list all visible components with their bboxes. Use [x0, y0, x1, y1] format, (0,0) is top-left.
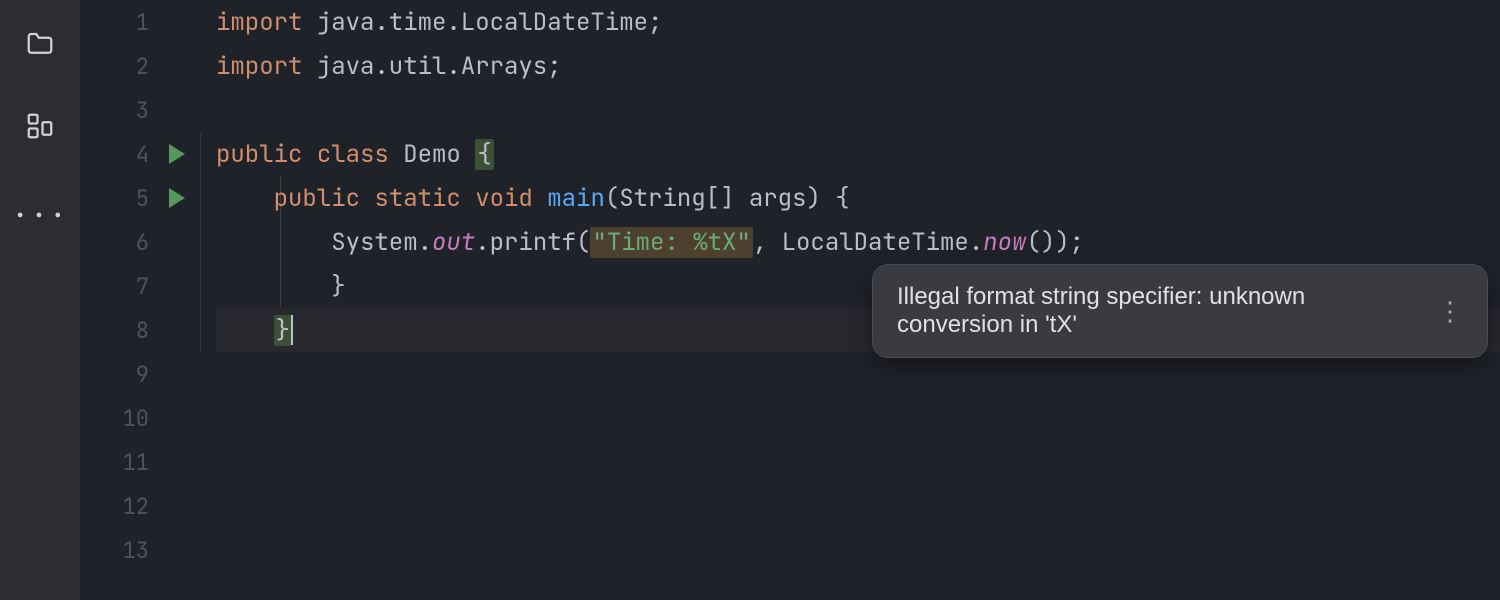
- run-gutter-icon[interactable]: [169, 144, 185, 164]
- code-line[interactable]: public class Demo {: [216, 132, 1500, 176]
- line-number: 2: [80, 44, 199, 88]
- line-number: 4: [80, 132, 199, 176]
- project-icon[interactable]: [18, 22, 62, 66]
- inspection-tooltip[interactable]: Illegal format string specifier: unknown…: [872, 264, 1488, 358]
- code-line[interactable]: [216, 352, 1500, 396]
- code-editor[interactable]: 1 2 3 4 5 6 7 8 9 10 11 12 13 import jav…: [80, 0, 1500, 600]
- line-number: 8: [80, 308, 199, 352]
- code-line[interactable]: [216, 440, 1500, 484]
- code-line[interactable]: [216, 88, 1500, 132]
- brace-match: }: [274, 315, 292, 346]
- run-gutter-icon[interactable]: [169, 188, 185, 208]
- line-number: 5: [80, 176, 199, 220]
- more-icon[interactable]: ...: [18, 186, 62, 230]
- tooltip-message: Illegal format string specifier: unknown…: [897, 283, 1417, 339]
- line-number: 9: [80, 352, 199, 396]
- line-number: 12: [80, 484, 199, 528]
- warning-highlight[interactable]: "Time: %tX": [590, 227, 752, 258]
- line-number: 1: [80, 0, 199, 44]
- structure-icon[interactable]: [18, 104, 62, 148]
- code-line[interactable]: [216, 528, 1500, 572]
- code-line[interactable]: [216, 484, 1500, 528]
- tooltip-more-icon[interactable]: ⋮: [1417, 305, 1463, 318]
- line-number: 11: [80, 440, 199, 484]
- indent-guide: [200, 132, 201, 352]
- code-line[interactable]: System.out.printf("Time: %tX", LocalDate…: [216, 220, 1500, 264]
- line-number: 6: [80, 220, 199, 264]
- code-line[interactable]: import java.time.LocalDateTime;: [216, 0, 1500, 44]
- code-line[interactable]: [216, 396, 1500, 440]
- gutter: 1 2 3 4 5 6 7 8 9 10 11 12 13: [80, 0, 200, 600]
- line-number: 10: [80, 396, 199, 440]
- code-line[interactable]: public static void main(String[] args) {: [216, 176, 1500, 220]
- brace-match: {: [475, 139, 493, 170]
- code-area[interactable]: import java.time.LocalDateTime; import j…: [200, 0, 1500, 600]
- code-line[interactable]: import java.util.Arrays;: [216, 44, 1500, 88]
- activity-bar: ...: [0, 0, 80, 600]
- line-number: 13: [80, 528, 199, 572]
- line-number: 7: [80, 264, 199, 308]
- line-number: 3: [80, 88, 199, 132]
- text-caret: [291, 315, 293, 345]
